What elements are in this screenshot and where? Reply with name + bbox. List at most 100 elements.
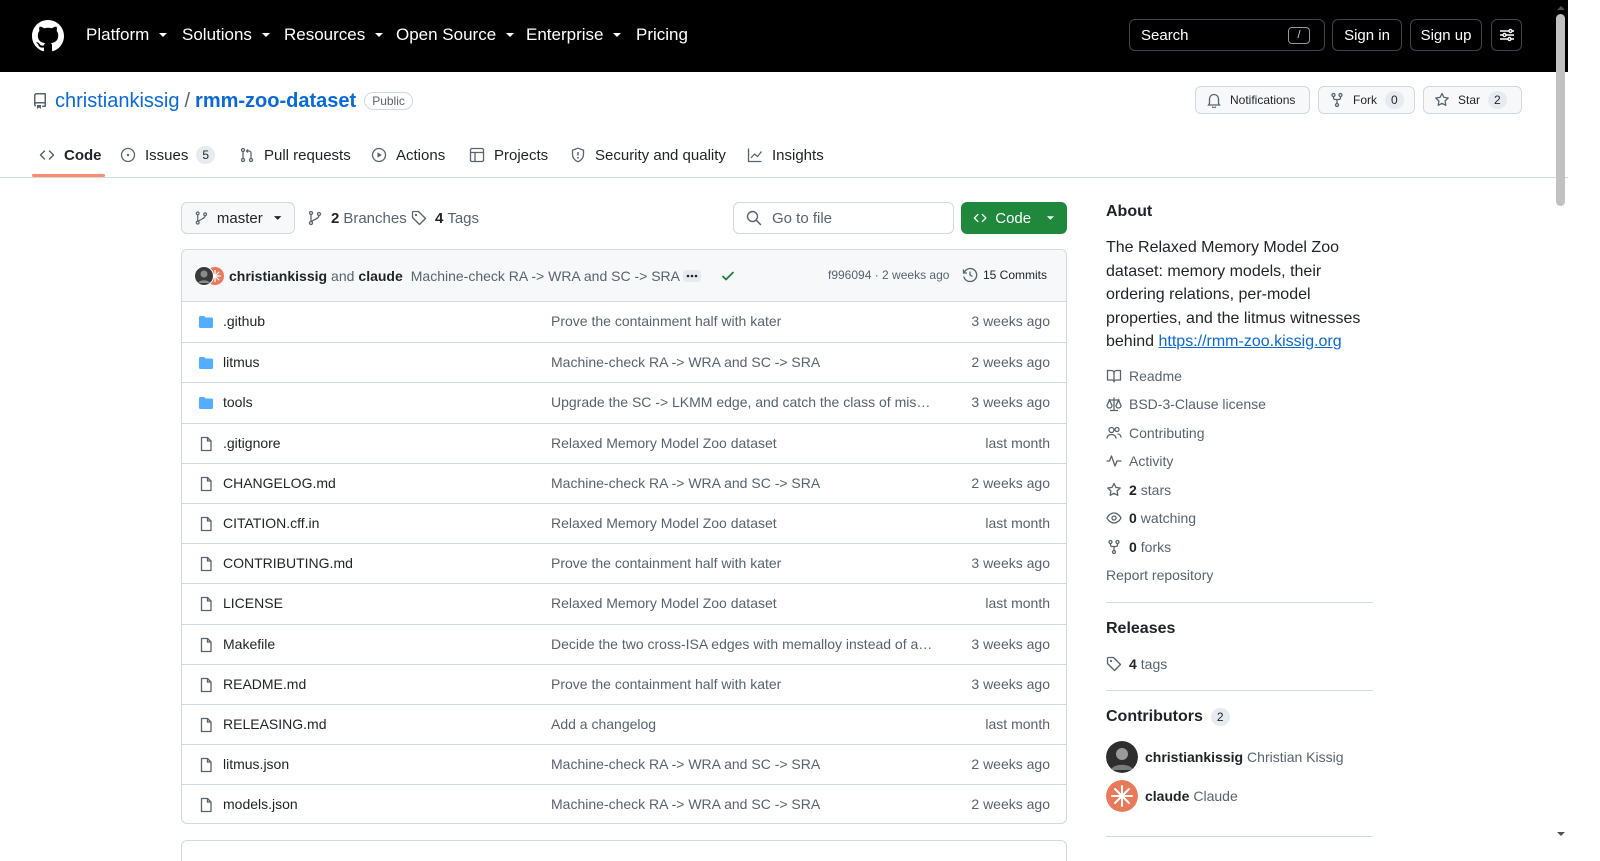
file-commit-date: last month	[985, 716, 1050, 732]
commit-message-link[interactable]: Machine-check RA -> WRA and SC -> SRA	[411, 268, 680, 284]
star-button[interactable]: Star 2	[1423, 86, 1522, 114]
file-row[interactable]: .gitignore Relaxed Memory Model Zoo datas…	[182, 422, 1066, 463]
file-name-link[interactable]: CHANGELOG.md	[223, 475, 336, 491]
file-name-link[interactable]: CITATION.cff.in	[223, 515, 319, 531]
notifications-button[interactable]: Notifications	[1195, 86, 1310, 114]
file-row[interactable]: litmus Machine-check RA -> WRA and SC -> …	[182, 342, 1066, 382]
file-commit-message[interactable]: Add a changelog	[551, 716, 935, 732]
repo-name-link[interactable]: rmm-zoo-dataset	[195, 90, 356, 113]
file-row[interactable]: CHANGELOG.md Machine-check RA -> WRA and …	[182, 462, 1066, 503]
search-input[interactable]: Search /	[1129, 19, 1325, 51]
code-button[interactable]: Code	[961, 202, 1067, 234]
file-commit-message[interactable]: Machine-check RA -> WRA and SC -> SRA	[551, 475, 935, 491]
file-name-link[interactable]: README.md	[223, 676, 306, 692]
contributing-link[interactable]: Contributing	[1106, 423, 1205, 443]
avatar[interactable]	[1106, 741, 1138, 773]
file-name-link[interactable]: .gitignore	[223, 435, 281, 451]
scroll-up-arrow-icon[interactable]	[1557, 4, 1565, 12]
file-name-link[interactable]: litmus.json	[223, 756, 289, 772]
tab-security[interactable]: Security and quality	[570, 144, 726, 166]
nav-resources[interactable]: Resources	[284, 24, 384, 46]
release-tags-link[interactable]: 4 tags	[1106, 654, 1167, 674]
report-repository-link[interactable]: Report repository	[1106, 565, 1213, 585]
file-commit-message[interactable]: Relaxed Memory Model Zoo dataset	[551, 435, 935, 451]
activity-link[interactable]: Activity	[1106, 451, 1173, 471]
file-row[interactable]: CONTRIBUTING.md Prove the containment hal…	[182, 543, 1066, 583]
nav-solutions[interactable]: Solutions	[182, 24, 271, 46]
file-name-link[interactable]: .github	[223, 313, 265, 329]
tab-insights[interactable]: Insights	[747, 144, 824, 166]
github-logo-icon[interactable]	[32, 20, 64, 52]
tab-code[interactable]: Code	[39, 144, 102, 166]
file-row[interactable]: .github Prove the containment half with k…	[182, 302, 1066, 342]
readme-link[interactable]: Readme	[1106, 366, 1182, 386]
sign-in-button[interactable]: Sign in	[1332, 19, 1402, 51]
file-row[interactable]: LICENSE Relaxed Memory Model Zoo dataset l…	[182, 583, 1066, 623]
file-row[interactable]: RELEASING.md Add a changelog last month	[182, 704, 1066, 744]
file-name-link[interactable]: LICENSE	[223, 595, 283, 611]
file-name-link[interactable]: RELEASING.md	[223, 716, 326, 732]
about-heading: About	[1106, 203, 1153, 220]
commit-avatars-icon[interactable]	[194, 266, 224, 286]
avatar[interactable]	[1106, 780, 1138, 812]
file-commit-message[interactable]: Decide the two cross-ISA edges with mema…	[551, 636, 935, 652]
page-scrollbar[interactable]	[1568, 0, 1600, 861]
contributor-item[interactable]: christiankissig Christian Kissig	[1106, 741, 1344, 773]
file-row[interactable]: Makefile Decide the two cross-ISA edges w…	[182, 623, 1066, 664]
tab-issues[interactable]: Issues 5	[120, 144, 216, 166]
forks-link[interactable]: 0 forks	[1106, 537, 1171, 557]
tags-link[interactable]: 4 Tags	[411, 207, 479, 229]
file-row[interactable]: models.json Machine-check RA -> WRA and S…	[182, 784, 1066, 823]
scrollbar-thumb[interactable]	[1556, 14, 1565, 206]
branch-selector[interactable]: master	[181, 202, 295, 234]
file-commit-message[interactable]: Relaxed Memory Model Zoo dataset	[551, 595, 935, 611]
contributors-heading[interactable]: Contributors 2	[1106, 708, 1230, 726]
contributor-item[interactable]: claude Claude	[1106, 780, 1238, 812]
file-commit-message[interactable]: Machine-check RA -> WRA and SC -> SRA	[551, 354, 935, 370]
repo-owner-link[interactable]: christiankissig	[55, 90, 179, 113]
ellipsis-icon[interactable]	[683, 270, 701, 282]
scroll-down-arrow-icon[interactable]	[1557, 830, 1565, 838]
contributor-login[interactable]: christiankissig	[1145, 749, 1243, 765]
file-commit-message[interactable]: Prove the containment half with kater	[551, 676, 935, 692]
file-name-link[interactable]: tools	[223, 394, 253, 410]
nav-open-source[interactable]: Open Source	[396, 24, 515, 46]
go-to-file-input[interactable]: Go to file	[733, 202, 954, 234]
file-row[interactable]: README.md Prove the containment half with…	[182, 663, 1066, 704]
website-link[interactable]: https://rmm-zoo.kissig.org	[1159, 333, 1342, 350]
nav-pricing[interactable]: Pricing	[636, 24, 688, 46]
sign-up-button[interactable]: Sign up	[1410, 19, 1482, 51]
tab-actions[interactable]: Actions	[371, 144, 445, 166]
file-name-link[interactable]: Makefile	[223, 636, 275, 652]
file-row[interactable]: litmus.json Machine-check RA -> WRA and S…	[182, 744, 1066, 784]
file-row[interactable]: tools Upgrade the SC -> LKMM edge, and ca…	[182, 382, 1066, 422]
file-commit-message[interactable]: Upgrade the SC -> LKMM edge, and catch t…	[551, 394, 935, 410]
file-commit-message[interactable]: Prove the containment half with kater	[551, 555, 935, 571]
watchers-link[interactable]: 0 watching	[1106, 508, 1196, 528]
check-icon[interactable]	[720, 268, 736, 284]
nav-enterprise[interactable]: Enterprise	[526, 24, 622, 46]
nav-platform[interactable]: Platform	[86, 24, 168, 46]
stars-link[interactable]: 2 stars	[1106, 480, 1171, 500]
commits-history-link[interactable]: 15 Commits	[962, 267, 1047, 283]
file-commit-message[interactable]: Machine-check RA -> WRA and SC -> SRA	[551, 756, 935, 772]
tab-pull-requests[interactable]: Pull requests	[239, 144, 351, 166]
commit-coauthor-link[interactable]: claude	[358, 268, 402, 284]
file-name-link[interactable]: models.json	[223, 796, 298, 812]
commit-sha-time[interactable]: f996094 · 2 weeks ago	[828, 268, 949, 282]
branch-icon	[195, 211, 208, 225]
branches-link[interactable]: 2 Branches	[307, 207, 407, 229]
tab-projects[interactable]: Projects	[469, 144, 548, 166]
fork-button[interactable]: Fork 0	[1318, 86, 1415, 114]
contributor-login[interactable]: claude	[1145, 788, 1189, 804]
file-commit-message[interactable]: Machine-check RA -> WRA and SC -> SRA	[551, 796, 935, 812]
license-link[interactable]: BSD-3-Clause license	[1106, 394, 1266, 414]
file-row[interactable]: CITATION.cff.in Relaxed Memory Model Zoo …	[182, 503, 1066, 543]
releases-heading[interactable]: Releases	[1106, 620, 1175, 638]
file-name-link[interactable]: litmus	[223, 354, 260, 370]
file-commit-message[interactable]: Prove the containment half with kater	[551, 313, 935, 329]
menu-button[interactable]	[1491, 19, 1522, 51]
file-name-link[interactable]: CONTRIBUTING.md	[223, 555, 353, 571]
commit-author-link[interactable]: christiankissig	[229, 268, 327, 284]
file-commit-message[interactable]: Relaxed Memory Model Zoo dataset	[551, 515, 935, 531]
